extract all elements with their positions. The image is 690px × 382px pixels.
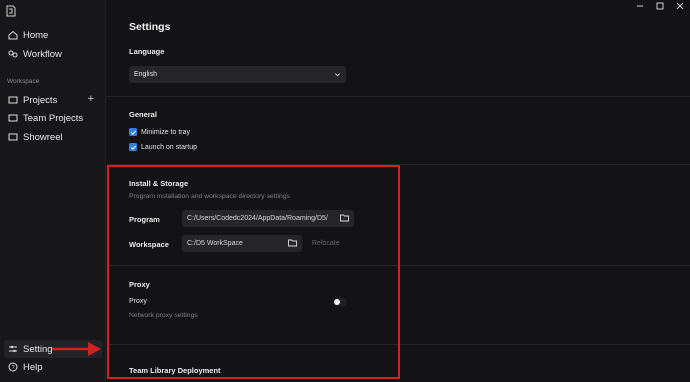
page-title: Settings [129, 21, 171, 33]
sliders-icon [7, 344, 18, 355]
help-icon: ? [7, 362, 18, 373]
minimize-to-tray-label: Minimize to tray [141, 128, 191, 136]
sidebar-item-label: Showreel [23, 131, 63, 143]
minimize-to-tray-row[interactable]: Minimize to tray [129, 128, 190, 136]
minimize-to-tray-checkbox[interactable] [129, 128, 137, 136]
sidebar: Home Workflow Workspace Projects + Team … [0, 0, 106, 382]
language-heading: Language [129, 47, 165, 56]
sidebar-item-label: Home [23, 29, 49, 41]
check-icon [130, 130, 136, 135]
language-select[interactable]: English [129, 66, 346, 83]
check-icon [130, 145, 136, 150]
folder-icon [7, 95, 18, 106]
annotation-highlight-box [107, 165, 400, 379]
sidebar-item-label: Help [23, 361, 43, 373]
sidebar-item-workflow[interactable]: Workflow [4, 45, 102, 63]
divider [107, 96, 690, 97]
launch-on-startup-label: Launch on startup [141, 143, 198, 151]
sidebar-item-label: Team Projects [23, 112, 84, 124]
sidebar-item-team-projects[interactable]: Team Projects [4, 109, 102, 127]
svg-text:?: ? [11, 365, 14, 371]
folder-icon [7, 113, 18, 124]
sidebar-item-projects[interactable]: Projects + [4, 91, 102, 109]
sidebar-item-label: Workflow [23, 48, 62, 60]
app-logo-icon [6, 5, 16, 17]
sidebar-item-home[interactable]: Home [4, 26, 102, 44]
sidebar-item-showreel[interactable]: Showreel [4, 128, 102, 146]
workflow-icon [7, 49, 18, 60]
language-value: English [134, 71, 157, 78]
folder-icon [7, 132, 18, 143]
annotation-arrow-icon [52, 342, 101, 356]
section-label-workspace: Workspace [7, 78, 40, 85]
sidebar-item-label: Projects [23, 94, 58, 106]
sidebar-item-help[interactable]: ? Help [4, 358, 102, 376]
launch-on-startup-row[interactable]: Launch on startup [129, 143, 197, 151]
add-project-button[interactable]: + [88, 93, 94, 105]
home-icon [7, 30, 18, 41]
general-heading: General [129, 110, 157, 119]
launch-on-startup-checkbox[interactable] [129, 143, 137, 151]
chevron-down-icon [335, 73, 340, 77]
sidebar-item-label: Setting [23, 343, 53, 355]
